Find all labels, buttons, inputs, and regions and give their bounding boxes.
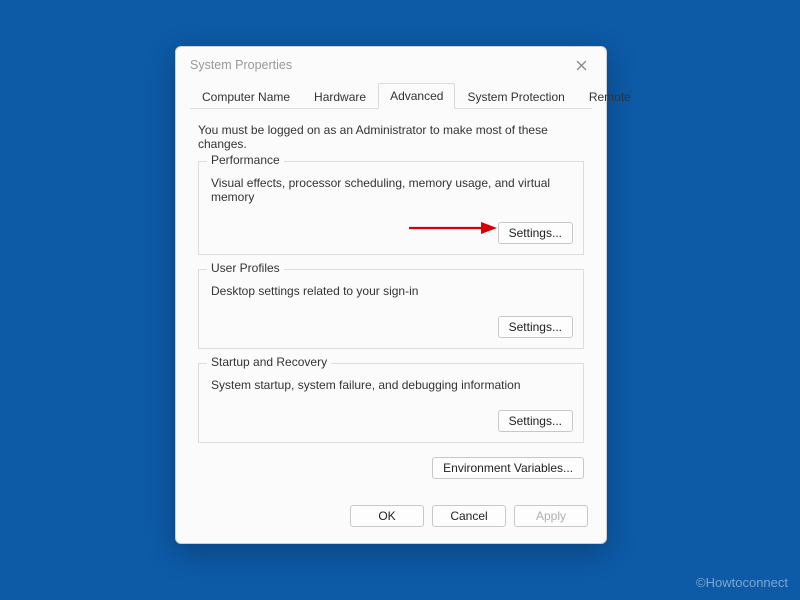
tab-system-protection[interactable]: System Protection — [455, 84, 576, 109]
watermark: ©Howtoconnect — [696, 575, 788, 590]
group-performance: Performance Visual effects, processor sc… — [198, 161, 584, 255]
group-performance-desc: Visual effects, processor scheduling, me… — [211, 176, 573, 204]
tab-computer-name[interactable]: Computer Name — [190, 84, 302, 109]
system-properties-dialog: System Properties Computer Name Hardware… — [175, 46, 607, 544]
group-startup-recovery: Startup and Recovery System startup, sys… — [198, 363, 584, 443]
cancel-button[interactable]: Cancel — [432, 505, 506, 527]
close-icon — [576, 60, 587, 71]
tab-hardware[interactable]: Hardware — [302, 84, 378, 109]
group-user-profiles-desc: Desktop settings related to your sign-in — [211, 284, 573, 298]
group-startup-recovery-title: Startup and Recovery — [207, 355, 331, 369]
group-performance-title: Performance — [207, 153, 284, 167]
performance-settings-button[interactable]: Settings... — [498, 222, 573, 244]
environment-variables-button[interactable]: Environment Variables... — [432, 457, 584, 479]
startup-recovery-settings-button[interactable]: Settings... — [498, 410, 573, 432]
tab-remote[interactable]: Remote — [577, 84, 643, 109]
group-user-profiles-title: User Profiles — [207, 261, 284, 275]
close-button[interactable] — [566, 54, 596, 76]
tab-strip: Computer Name Hardware Advanced System P… — [190, 83, 592, 109]
dialog-footer: OK Cancel Apply — [176, 499, 606, 543]
tab-advanced[interactable]: Advanced — [378, 83, 455, 109]
admin-notice: You must be logged on as an Administrato… — [198, 123, 584, 151]
apply-button[interactable]: Apply — [514, 505, 588, 527]
group-startup-recovery-desc: System startup, system failure, and debu… — [211, 378, 573, 392]
tab-content-advanced: You must be logged on as an Administrato… — [176, 109, 606, 499]
titlebar: System Properties — [176, 47, 606, 83]
ok-button[interactable]: OK — [350, 505, 424, 527]
window-title: System Properties — [190, 58, 566, 72]
group-user-profiles: User Profiles Desktop settings related t… — [198, 269, 584, 349]
user-profiles-settings-button[interactable]: Settings... — [498, 316, 573, 338]
